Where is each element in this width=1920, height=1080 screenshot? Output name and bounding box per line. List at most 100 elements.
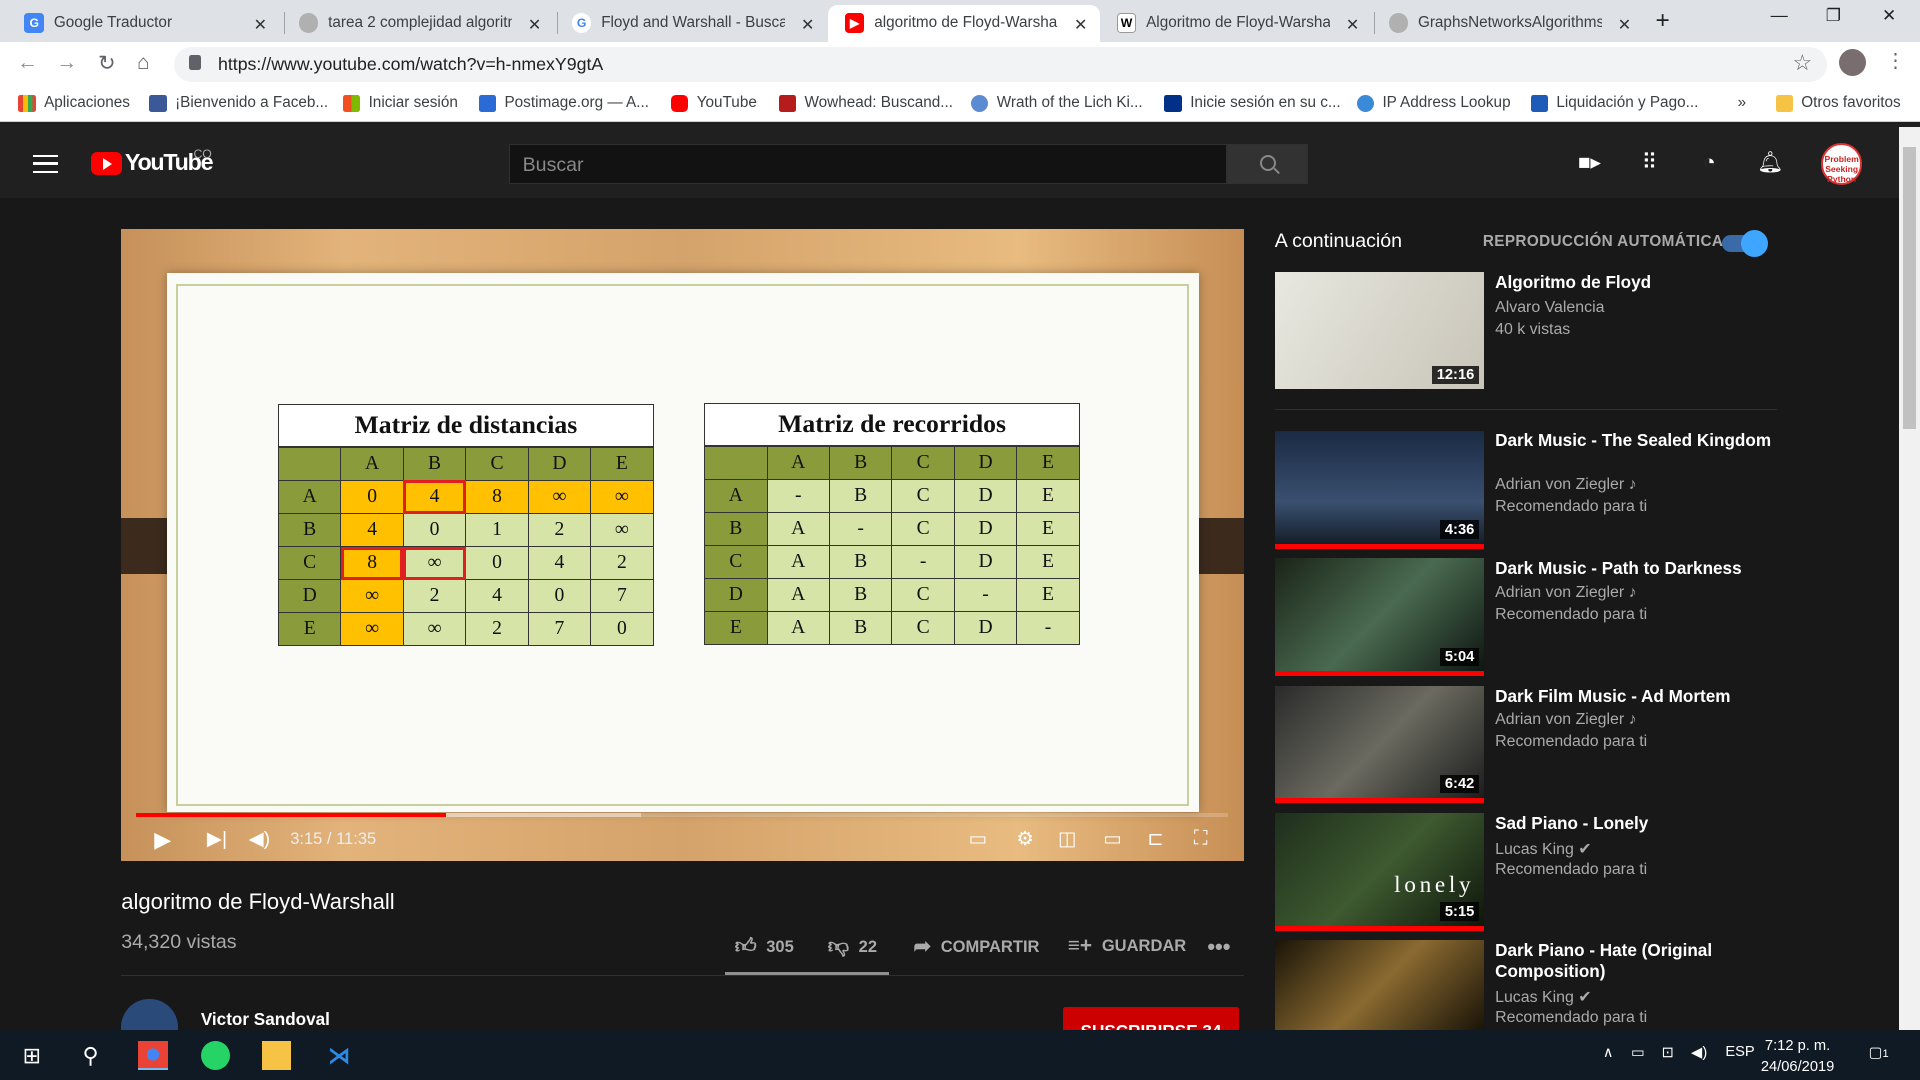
system-clock[interactable]: 7:12 p. m. 24/06/2019 [1761, 1036, 1835, 1078]
video-title-1[interactable]: Dark Music - The Sealed Kingdom [1495, 430, 1777, 451]
video-player[interactable]: Matriz de distancias A B C D E A 0 4 8 ∞ ∞ B 4 0 1 2 ∞ C 8… [121, 228, 1245, 861]
channel-name[interactable]: Victor Sandoval [201, 1009, 330, 1030]
thumbnail-3[interactable]: 6:42 [1274, 685, 1485, 804]
channel-3[interactable]: Adrian von Ziegler ♪ [1495, 711, 1636, 729]
search-icon[interactable]: ⚲ [76, 1041, 105, 1070]
bookmark-liquidacion[interactable]: Liquidación y Pago... [1530, 94, 1698, 112]
close-tab-icon[interactable]: ✕ [1618, 15, 1631, 35]
theater-mode-icon[interactable]: ▭ [1103, 827, 1122, 851]
create-video-icon[interactable]: ■▸ [1577, 151, 1601, 174]
close-tab-icon[interactable]: ✕ [801, 15, 814, 35]
search-button[interactable] [1226, 144, 1308, 184]
home-icon[interactable]: ⌂ [137, 51, 150, 75]
channel-5[interactable]: Lucas King ✔ [1495, 987, 1591, 1007]
matrix-cell: E [1016, 478, 1080, 513]
page-scrollbar[interactable] [1899, 127, 1920, 1030]
reload-icon[interactable]: ↻ [98, 51, 115, 76]
close-tab-icon[interactable]: ✕ [528, 15, 541, 35]
notifications-bell-icon[interactable]: 🔔︎ [1757, 151, 1783, 174]
tray-chevron-icon[interactable]: ∧ [1603, 1044, 1614, 1061]
bookmark-wotlk[interactable]: Wrath of the Lich Ki... [971, 94, 1143, 112]
matrix-corner-cell [277, 446, 342, 481]
video-title-0[interactable]: Algoritmo de Floyd [1495, 272, 1777, 293]
thumbnail-5[interactable] [1274, 940, 1485, 1030]
share-button[interactable]: ➦ COMPARTIR [913, 934, 1039, 959]
back-icon[interactable]: ← [17, 51, 38, 75]
video-title-3[interactable]: Dark Film Music - Ad Mortem [1495, 686, 1777, 707]
messages-icon[interactable]: ◔ [1697, 151, 1721, 174]
language-indicator[interactable]: ESP [1725, 1044, 1754, 1060]
video-title-5[interactable]: Dark Piano - Hate (Original Composition) [1495, 940, 1777, 982]
address-bar[interactable]: https://www.youtube.com/watch?v=h-nmexY9… [173, 46, 1827, 83]
autoplay-toggle[interactable] [1721, 230, 1769, 258]
close-tab-icon[interactable]: ✕ [1346, 15, 1359, 35]
tab-tarea[interactable]: tarea 2 complejidad algoritm ✕ [282, 5, 554, 42]
subtitles-icon[interactable]: ▭ [969, 827, 988, 851]
like-button[interactable]: 👍︎ 305 [735, 934, 794, 959]
channel-0[interactable]: Alvaro Valencia [1495, 299, 1604, 317]
progress-bar[interactable] [135, 813, 1229, 817]
file-explorer-icon[interactable] [262, 1040, 292, 1071]
url-text[interactable]: https://www.youtube.com/watch?v=h-nmexY9… [218, 54, 603, 75]
bookmark-postimage[interactable]: Postimage.org — A... [478, 94, 649, 112]
windows-start-icon[interactable]: ⊞ [17, 1041, 46, 1070]
fullscreen-icon[interactable]: ⛶ [1194, 827, 1208, 850]
apps-icon[interactable]: ⠿ [1637, 151, 1661, 174]
account-avatar[interactable]: Problem Seeking Python [1820, 143, 1863, 185]
matrix-cell: C [891, 577, 955, 612]
video-title-2[interactable]: Dark Music - Path to Darkness [1495, 558, 1777, 579]
menu-icon[interactable] [33, 155, 58, 173]
vscode-icon[interactable]: ⋊ [324, 1041, 353, 1070]
chrome-icon[interactable] [138, 1040, 168, 1071]
bookmark-star-icon[interactable]: ☆ [1792, 50, 1812, 76]
play-icon[interactable]: ▶ [154, 827, 171, 853]
miniplayer-icon[interactable]: ◫ [1058, 827, 1077, 851]
bookmark-microsoft[interactable]: Iniciar sesión [342, 94, 458, 112]
dislike-button[interactable]: 👎︎ 22 [828, 934, 877, 959]
more-actions-icon[interactable]: ••• [1207, 934, 1230, 960]
channel-4[interactable]: Lucas King ✔ [1495, 839, 1591, 859]
maximize-button[interactable]: ❐ [1826, 5, 1841, 26]
profile-avatar[interactable] [1839, 48, 1867, 76]
channel-2[interactable]: Adrian von Ziegler ♪ [1495, 584, 1636, 602]
bookmarks-overflow[interactable]: » [1738, 94, 1747, 112]
thumbnail-2[interactable]: 5:04 [1274, 558, 1485, 676]
browser-menu-icon[interactable]: ⋮ [1886, 49, 1906, 73]
tab-google-translate[interactable]: G Google Traductor ✕ [7, 5, 279, 42]
bookmark-paypal[interactable]: Inicie sesión en su c... [1164, 94, 1341, 112]
bookmark-other[interactable]: Otros favoritos [1775, 94, 1901, 112]
volume-icon[interactable]: ◀) [249, 827, 271, 851]
youtube-logo-icon[interactable] [90, 151, 123, 176]
thumbnail-4[interactable]: lonely 5:15 [1274, 813, 1485, 931]
notifications-icon[interactable]: ▢1 [1869, 1044, 1889, 1061]
settings-gear-icon[interactable]: ⚙ [1016, 827, 1034, 851]
bookmark-apps[interactable]: Aplicaciones [18, 94, 130, 112]
tab-wikipedia[interactable]: W Algoritmo de Floyd-Warshall ✕ [1100, 5, 1372, 42]
tab-youtube-active[interactable]: ▶ algoritmo de Floyd-Warshall ✕ [827, 4, 1100, 42]
close-window-button[interactable]: ✕ [1882, 5, 1896, 26]
forward-icon[interactable]: → [56, 51, 77, 75]
bookmark-wowhead[interactable]: Wowhead: Buscand... [778, 94, 953, 112]
bookmark-youtube[interactable]: YouTube [671, 94, 757, 112]
volume-tray-icon[interactable]: ◀) [1691, 1044, 1707, 1061]
battery-icon[interactable]: ▭ [1631, 1044, 1645, 1061]
matrix-cell: A [766, 544, 830, 579]
new-tab-button[interactable]: + [1656, 7, 1670, 35]
cast-icon[interactable]: ⊏ [1147, 827, 1163, 851]
tab-google-search[interactable]: G Floyd and Warshall - Buscar c ✕ [555, 5, 827, 42]
thumbnail-1[interactable]: 4:36 [1274, 431, 1485, 549]
tab-graphs-pdf[interactable]: GraphsNetworksAlgorithms.p ✕ [1371, 5, 1643, 42]
close-tab-icon[interactable]: ✕ [254, 15, 267, 35]
search-input[interactable]: Buscar [509, 144, 1227, 184]
bookmark-ip-lookup[interactable]: IP Address Lookup [1356, 94, 1511, 112]
channel-1[interactable]: Adrian von Ziegler ♪ [1495, 476, 1636, 494]
next-icon[interactable]: ▶| [207, 827, 227, 851]
close-tab-icon[interactable]: ✕ [1074, 15, 1087, 35]
minimize-button[interactable]: — [1771, 5, 1788, 26]
network-icon[interactable]: ⊡ [1662, 1044, 1674, 1061]
video-title-4[interactable]: Sad Piano - Lonely [1495, 813, 1777, 834]
whatsapp-icon[interactable] [200, 1040, 231, 1071]
bookmark-facebook[interactable]: ¡Bienvenido a Faceb... [149, 94, 328, 112]
save-button[interactable]: ≡+ GUARDAR [1068, 934, 1186, 958]
thumbnail-0[interactable]: 12:16 [1274, 271, 1485, 390]
